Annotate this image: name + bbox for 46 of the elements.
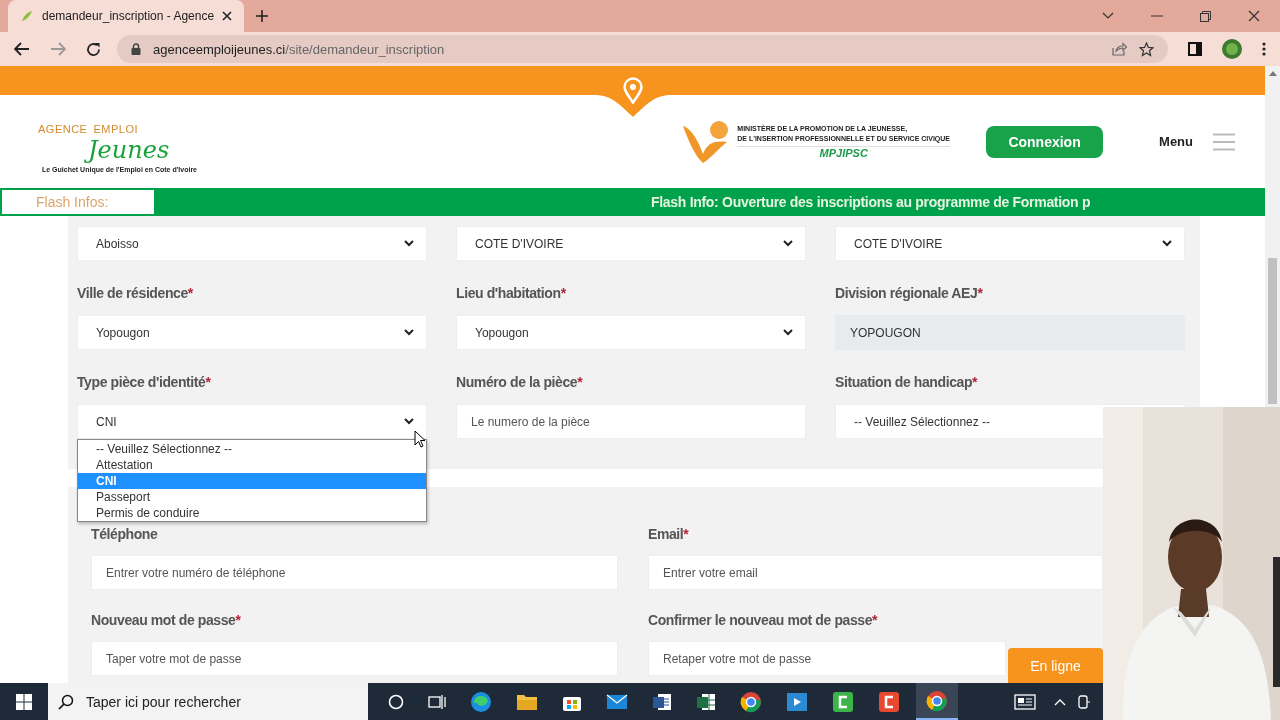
select-field[interactable]: Aboisso (77, 226, 427, 261)
dropdown-option[interactable]: Passeport (78, 489, 426, 505)
field-label: Ville de résidence (77, 285, 188, 301)
select-field[interactable]: Yopougon (77, 315, 427, 350)
input-field[interactable]: Entrer votre numéro de téléphone (91, 555, 618, 590)
select-field[interactable]: COTE D'IVOIRE (456, 226, 806, 261)
input-field[interactable]: Retaper votre mot de passe (648, 641, 1006, 676)
dropdown-option[interactable]: Permis de conduire (78, 505, 426, 521)
taskbar-search-field[interactable]: Taper ici pour rechercher (48, 683, 368, 720)
required-mark: * (235, 612, 241, 628)
input-field[interactable]: Taper votre mot de passe (91, 641, 618, 676)
required-mark: * (872, 612, 878, 628)
flash-news-text: Flash Info: Ouverture des inscriptions au programme de Formation p (651, 194, 1091, 210)
field-label: Téléphone (91, 526, 158, 542)
logo-text: AGENCE (38, 122, 88, 135)
field-label: Lieu d'habitation (456, 285, 561, 301)
address-field[interactable]: agenceemploijeunes.ci/site/demandeur_inscription (117, 35, 1168, 63)
menu-label[interactable]: Menu (1159, 134, 1193, 149)
input-field[interactable]: Entrer votre email (648, 555, 1103, 590)
required-mark: * (577, 374, 583, 390)
required-mark: * (683, 526, 689, 542)
field-label: Division régionale AEJ (835, 285, 978, 301)
browser-tab[interactable]: demandeur_inscription - Agence (8, 0, 245, 32)
required-mark: * (972, 374, 978, 390)
ministry-acronym: MPJIPSC (737, 146, 951, 159)
field-label: Nouveau mot de passe (91, 612, 236, 628)
required-mark: * (205, 374, 211, 390)
field-label: Email (648, 526, 684, 542)
required-mark: * (187, 285, 193, 301)
tab-title: demandeur_inscription - Agence (42, 9, 215, 23)
field-label: Confirmer le nouveau mot de passe (648, 612, 873, 628)
field-label: Numéro de la pièce (456, 374, 578, 390)
readonly-field: YOPOUGON (835, 315, 1185, 350)
flash-label: Flash Infos: (2, 190, 154, 214)
field-label: Type pièce d'identité (77, 374, 206, 390)
select-field[interactable]: Yopougon (456, 315, 806, 350)
required-mark: * (977, 285, 983, 301)
field-label: Situation de handicap (835, 374, 973, 390)
input-field[interactable]: Le numero de la pièce (456, 404, 806, 439)
required-mark: * (560, 285, 566, 301)
select-field[interactable]: CNI (77, 404, 427, 439)
dropdown-option[interactable]: Attestation (78, 457, 426, 473)
dropdown-option[interactable]: -- Veuillez Sélectionnez -- (78, 441, 426, 457)
url-text: agenceemploijeunes.ci/site/demandeur_inscription (153, 41, 445, 57)
logo-text: EMPLOI (93, 122, 139, 135)
select-field[interactable]: COTE D'IVOIRE (835, 226, 1185, 261)
